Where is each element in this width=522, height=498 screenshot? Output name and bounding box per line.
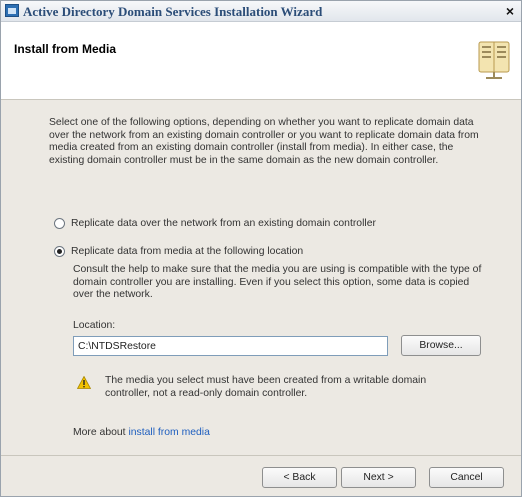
- browse-button[interactable]: Browse...: [401, 335, 481, 356]
- footer-divider: [1, 455, 521, 456]
- title-bar[interactable]: Active Directory Domain Services Install…: [1, 1, 521, 22]
- location-label: Location:: [73, 320, 116, 331]
- cancel-button[interactable]: Cancel: [429, 467, 504, 488]
- page-title: Install from Media: [14, 42, 117, 56]
- radio-replicate-media[interactable]: [54, 246, 65, 257]
- close-button[interactable]: ×: [503, 4, 517, 18]
- warning-text: The media you select must have been crea…: [105, 375, 427, 399]
- intro-text: Select one of the following options, dep…: [49, 117, 479, 166]
- window-title: Active Directory Domain Services Install…: [23, 4, 323, 19]
- option-replicate-network[interactable]: Replicate data over the network from an …: [54, 218, 376, 229]
- option-label: Replicate data from media at the followi…: [71, 246, 304, 257]
- wizard-window: Active Directory Domain Services Install…: [0, 0, 522, 497]
- warning-icon: [77, 376, 91, 389]
- option-label: Replicate data over the network from an …: [71, 218, 376, 229]
- option-replicate-media[interactable]: Replicate data from media at the followi…: [54, 246, 303, 257]
- next-button[interactable]: Next >: [341, 467, 416, 488]
- location-input[interactable]: [73, 336, 388, 356]
- help-text: Consult the help to make sure that the m…: [73, 264, 482, 300]
- more-about-prefix: More about: [73, 427, 129, 438]
- radio-replicate-network[interactable]: [54, 218, 65, 229]
- more-about: More about install from media: [73, 427, 210, 438]
- book-icon: [478, 41, 510, 79]
- app-icon: [5, 4, 19, 17]
- wizard-header: Install from Media: [1, 22, 521, 100]
- back-button[interactable]: < Back: [262, 467, 337, 488]
- install-from-media-link[interactable]: install from media: [128, 427, 209, 438]
